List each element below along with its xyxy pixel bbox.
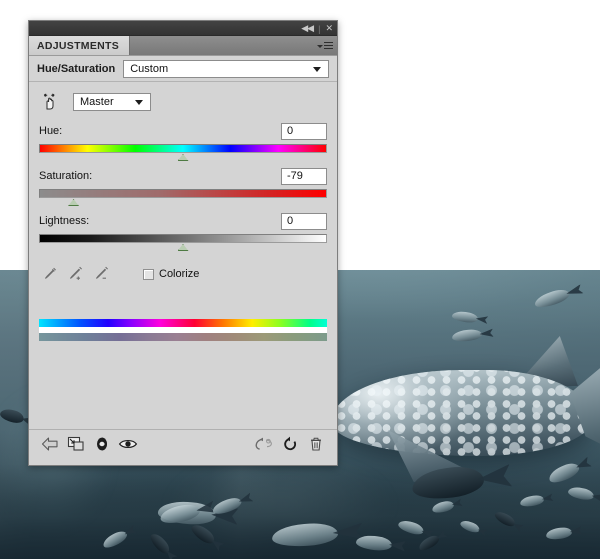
panel-tabstrip: ADJUSTMENTS	[29, 36, 337, 56]
adjustments-panel: ◀◀ | ✕ ADJUSTMENTS Hue/Saturation Custom	[28, 20, 338, 466]
input-color-bar[interactable]	[39, 319, 327, 327]
saturation-slider-thumb[interactable]	[68, 199, 79, 206]
eyedropper-minus-icon[interactable]	[91, 264, 113, 284]
lightness-slider-head: Lightness: 0	[39, 212, 327, 230]
saturation-value: -79	[287, 170, 303, 182]
panel-menu-icon[interactable]	[316, 38, 334, 53]
on-image-adjustment-tool-icon[interactable]	[39, 91, 61, 113]
hue-track-wrap[interactable]	[39, 144, 327, 153]
chevron-down-icon	[135, 100, 143, 105]
lightness-track[interactable]	[39, 234, 327, 243]
lightness-slider-group: Lightness: 0	[29, 212, 337, 243]
lightness-slider-thumb[interactable]	[178, 244, 189, 251]
colorize-control[interactable]: Colorize	[143, 268, 199, 280]
whale-shark-spots	[332, 370, 592, 456]
eyedropper-icon[interactable]	[39, 264, 61, 284]
panel-titlebar-buttons: ◀◀ | ✕	[300, 21, 333, 36]
lightness-value: 0	[287, 215, 293, 227]
output-color-bar[interactable]	[39, 333, 327, 341]
saturation-slider-head: Saturation: -79	[39, 167, 327, 185]
saturation-track-wrap[interactable]	[39, 189, 327, 198]
saturation-track[interactable]	[39, 189, 327, 198]
hue-slider-group: Hue: 0	[29, 122, 337, 153]
tab-adjustments-label: ADJUSTMENTS	[37, 40, 119, 52]
colorize-label: Colorize	[159, 268, 199, 280]
hue-slider-thumb[interactable]	[178, 154, 189, 161]
return-to-adjustment-list-icon[interactable]	[37, 433, 63, 455]
adjustment-type-label: Hue/Saturation	[37, 63, 115, 75]
channel-dropdown[interactable]: Master	[73, 93, 151, 111]
saturation-label: Saturation:	[39, 170, 92, 182]
lightness-track-wrap[interactable]	[39, 234, 327, 243]
close-icon[interactable]: ✕	[324, 24, 333, 33]
panel-titlebar[interactable]: ◀◀ | ✕	[29, 21, 337, 36]
color-range-bars	[29, 319, 337, 341]
lightness-value-input[interactable]: 0	[281, 213, 327, 230]
delete-adjustment-layer-icon[interactable]	[303, 433, 329, 455]
tab-adjustments[interactable]: ADJUSTMENTS	[29, 36, 130, 55]
panel-menu-triangle	[317, 45, 323, 48]
preview-previous-state-icon[interactable]	[251, 433, 277, 455]
panel-footer	[29, 429, 337, 457]
chevron-down-icon	[313, 67, 321, 72]
saturation-slider-group: Saturation: -79	[29, 167, 337, 198]
fish	[271, 522, 338, 549]
reset-adjustment-icon[interactable]	[277, 433, 303, 455]
hue-track[interactable]	[39, 144, 327, 153]
panel-menu-bars	[324, 42, 333, 50]
whale-shark	[332, 370, 592, 456]
lightness-label: Lightness:	[39, 215, 89, 227]
channel-dropdown-value: Master	[80, 96, 114, 108]
panel-body: Master Hue: 0 S	[29, 82, 337, 457]
collapse-to-icons-icon[interactable]: ◀◀	[300, 24, 314, 33]
hue-label: Hue:	[39, 125, 62, 137]
eyedropper-plus-icon[interactable]	[65, 264, 87, 284]
colorize-checkbox[interactable]	[143, 269, 154, 280]
preset-dropdown-value: Custom	[130, 63, 168, 75]
clip-to-layer-icon[interactable]	[63, 433, 89, 455]
toggle-layer-mask-icon[interactable]	[89, 433, 115, 455]
toggle-layer-visibility-icon[interactable]	[115, 433, 141, 455]
preset-dropdown[interactable]: Custom	[123, 60, 329, 78]
eyedropper-row: Colorize	[29, 261, 337, 287]
saturation-value-input[interactable]: -79	[281, 168, 327, 185]
preset-row: Hue/Saturation Custom	[29, 56, 337, 82]
screen: ◀◀ | ✕ ADJUSTMENTS Hue/Saturation Custom	[0, 0, 600, 559]
hue-slider-head: Hue: 0	[39, 122, 327, 140]
hue-value: 0	[287, 125, 293, 137]
hue-value-input[interactable]: 0	[281, 123, 327, 140]
channel-row: Master	[29, 82, 337, 116]
titlebar-separator: |	[318, 24, 320, 34]
